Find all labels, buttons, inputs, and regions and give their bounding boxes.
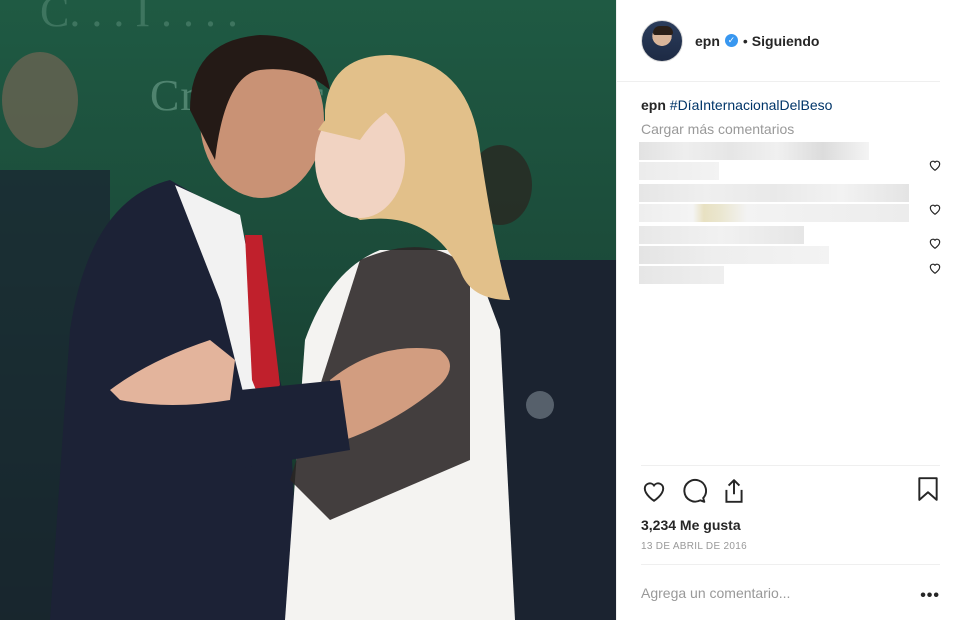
comment-like-heart-icon[interactable] [928, 202, 942, 216]
blurred-comment-2 [639, 184, 909, 202]
bookmark-icon [918, 477, 938, 501]
header-separator: • [742, 32, 748, 49]
comment-button[interactable] [681, 471, 721, 511]
action-bar [641, 465, 940, 515]
blurred-comments [639, 142, 909, 286]
instagram-post: C. . . I . . . . Cr México, [0, 0, 956, 620]
caption-hashtag[interactable]: #DíaInternacionalDelBeso [670, 97, 833, 113]
blurred-comment-1b [639, 162, 719, 180]
blurred-comment-1 [639, 142, 869, 160]
post-caption: epn #DíaInternacionalDelBeso [641, 96, 940, 114]
more-options-button[interactable]: ••• [920, 587, 940, 605]
caption-username[interactable]: epn [641, 97, 666, 113]
save-button[interactable] [916, 476, 940, 507]
following-button[interactable]: Siguiendo [752, 33, 820, 49]
blurred-comment-4 [639, 246, 829, 264]
load-more-comments-button[interactable]: Cargar más comentarios [641, 121, 940, 137]
post-sidebar: epn ✓ • Siguiendo epn #DíaInternacionalD… [616, 0, 956, 620]
comments-section: epn #DíaInternacionalDelBeso Cargar más … [617, 82, 956, 465]
post-date[interactable]: 13 DE ABRIL DE 2016 [641, 541, 940, 552]
comment-like-heart-icon[interactable] [928, 236, 942, 250]
share-button[interactable] [721, 471, 761, 511]
comment-like-heart-icon[interactable] [928, 261, 942, 275]
post-header: epn ✓ • Siguiendo [617, 0, 940, 82]
like-button[interactable] [641, 471, 681, 511]
likes-count[interactable]: 3,234 Me gusta [641, 517, 940, 533]
avatar[interactable] [641, 19, 683, 62]
comment-bubble-icon [683, 478, 707, 503]
photo-illustration [0, 35, 616, 620]
blurred-comment-4b [639, 266, 724, 284]
header-username[interactable]: epn [695, 33, 720, 49]
comment-input[interactable] [641, 584, 881, 601]
share-icon [725, 478, 743, 503]
comment-like-heart-icon[interactable] [928, 158, 942, 172]
post-photo[interactable]: C. . . I . . . . Cr México, [0, 0, 616, 620]
add-comment-bar: ••• [641, 564, 940, 620]
heart-icon [643, 481, 665, 502]
blurred-comment-2b [639, 204, 909, 222]
blurred-comment-3 [639, 226, 804, 244]
verified-badge-icon: ✓ [724, 34, 738, 47]
